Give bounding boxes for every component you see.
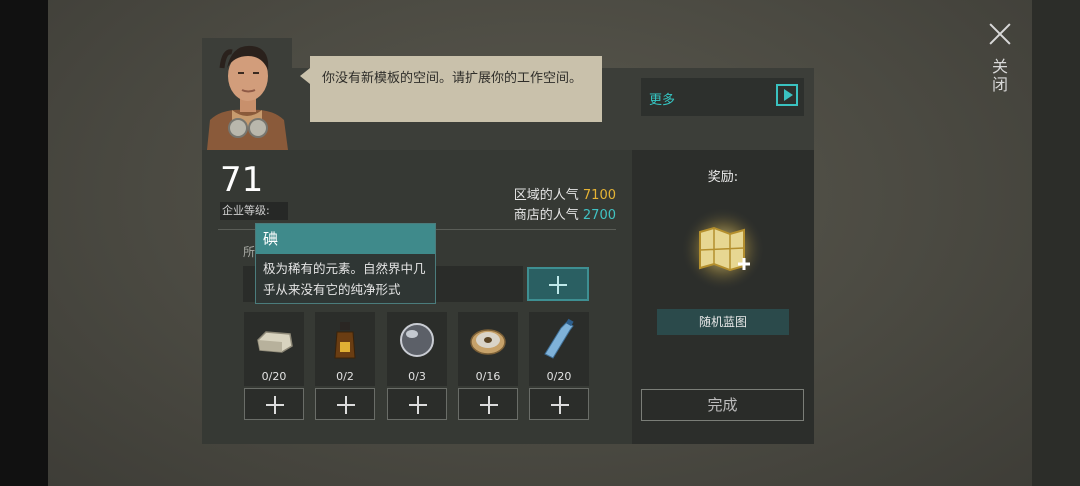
- add-material-5-button[interactable]: [529, 388, 589, 420]
- company-level-value: 71: [220, 160, 264, 200]
- stone-block-icon: [257, 331, 293, 353]
- region-popularity-value: 7100: [582, 188, 616, 203]
- material-slot-5[interactable]: 0/20: [529, 312, 589, 386]
- material-slot-2[interactable]: 0/2: [315, 312, 375, 386]
- more-label: 更多: [649, 93, 676, 108]
- region-popularity-label: 区域的人气: [513, 188, 579, 203]
- more-button[interactable]: 更多: [641, 78, 804, 116]
- tooltip-title: 碘: [256, 224, 435, 254]
- add-material-button[interactable]: [527, 267, 589, 301]
- owned-label: 所: [243, 245, 256, 259]
- wire-spool-icon: [470, 329, 506, 355]
- dialog-speech-bubble: 你没有新模板的空间。请扩展你的工作空间。: [300, 56, 602, 122]
- close-icon[interactable]: [986, 20, 1014, 48]
- material-count: 0/20: [261, 370, 287, 383]
- lens-icon: [400, 323, 434, 357]
- material-count: 0/20: [546, 370, 572, 383]
- material-slot-3[interactable]: 0/3: [387, 312, 447, 386]
- company-level-label: 企业等级:: [220, 202, 288, 220]
- complete-button[interactable]: 完成: [641, 389, 804, 421]
- reward-title: 奖励:: [707, 170, 739, 185]
- reward-item-label: 随机蓝图: [657, 309, 789, 335]
- material-count: 0/16: [475, 370, 501, 383]
- close-label[interactable]: 关闭: [989, 58, 1010, 94]
- material-count: 0/2: [336, 370, 354, 383]
- add-material-2-button[interactable]: [315, 388, 375, 420]
- right-letterbox: [1032, 0, 1080, 486]
- add-material-4-button[interactable]: [458, 388, 518, 420]
- item-tooltip: 碘 极为稀有的元素。自然界中几乎从来没有它的纯净形式: [255, 223, 436, 304]
- tooltip-description: 极为稀有的元素。自然界中几乎从来没有它的纯净形式: [263, 261, 426, 297]
- add-material-3-button[interactable]: [387, 388, 447, 420]
- npc-portrait: [202, 38, 292, 150]
- shop-popularity-label: 商店的人气: [513, 208, 579, 223]
- shop-popularity: 商店的人气 2700: [514, 204, 616, 223]
- material-slot-4[interactable]: 0/16: [458, 312, 518, 386]
- blueprint-map-icon: [681, 207, 765, 291]
- add-material-1-button[interactable]: [244, 388, 304, 420]
- material-slot-1[interactable]: 0/20: [244, 312, 304, 386]
- left-letterbox: [0, 0, 48, 486]
- iodine-bottle-icon: [334, 322, 356, 359]
- play-icon: [776, 84, 798, 106]
- shop-popularity-value: 2700: [582, 208, 616, 223]
- material-count: 0/3: [408, 370, 426, 383]
- plastic-bottle-icon: [544, 318, 574, 359]
- region-popularity: 区域的人气 7100: [514, 184, 616, 203]
